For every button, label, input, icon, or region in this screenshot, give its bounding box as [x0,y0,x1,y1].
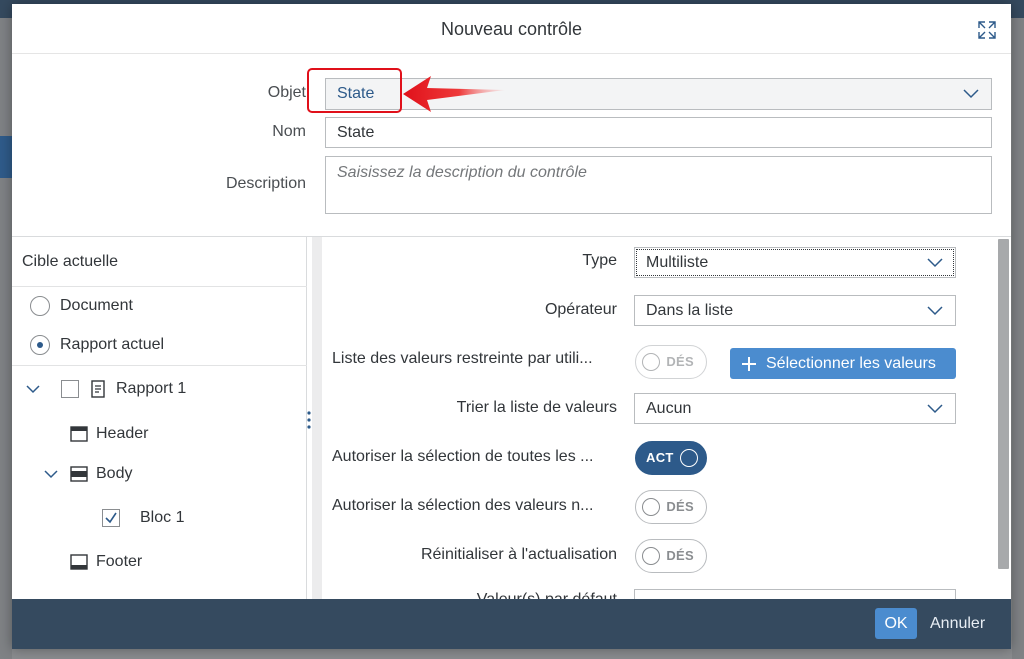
radio-rapport-actuel[interactable]: Rapport actuel [30,335,164,355]
app-left-strip [0,18,12,659]
settings-scrollbar[interactable] [998,239,1009,569]
plus-icon [742,356,756,371]
tree-item-footer[interactable]: Footer [70,553,142,571]
new-control-dialog: Nouveau contrôle Objet State Nom State D… [12,4,1011,649]
type-value: Multiliste [646,253,709,271]
tree-separator [12,365,307,366]
sort-select[interactable]: Aucun [634,393,956,424]
allow-not-label: Autoriser la sélection des valeurs n... [332,497,594,514]
radio-document[interactable]: Document [30,296,133,316]
target-panel-title: Cible actuelle [22,253,119,270]
settings-panel: Type Multiliste Opérateur Dans la liste … [312,237,1011,599]
allow-not-switch[interactable]: DÉS [635,490,707,524]
type-label: Type [582,252,617,269]
allow-all-state: ACT [646,450,674,465]
settings-panel-stripe [312,237,322,599]
radio-document-label: Document [60,297,133,314]
tree-item-header[interactable]: Header [70,425,148,443]
tree-label-bloc: Bloc 1 [140,509,185,526]
annotation-arrow-icon [403,76,505,112]
ok-button[interactable]: OK [875,608,917,639]
default-values-label: Valeur(s) par défaut [477,591,617,599]
chevron-down-icon[interactable] [44,469,58,479]
expand-icon[interactable] [977,20,997,40]
radio-rapport-circle[interactable] [30,335,50,355]
annotation-highlight-box [307,68,402,113]
sort-value: Aucun [646,399,692,417]
allow-not-state: DÉS [666,499,694,514]
body-section-icon [70,466,88,482]
app-right-strip [1012,18,1024,659]
allow-all-switch[interactable]: ACT [635,441,707,475]
nom-input[interactable]: State [325,117,992,148]
report-icon [91,380,105,398]
operateur-label: Opérateur [544,301,617,318]
target-panel-separator [12,286,307,287]
restricted-list-state: DÉS [666,354,694,369]
dialog-header: Nouveau contrôle [12,4,1011,54]
footer-section-icon [70,554,88,570]
switch-knob [642,547,660,565]
tree-label-header: Header [96,425,149,442]
description-placeholder: Saisissez la description du contrôle [337,164,587,181]
description-label: Description [225,175,306,192]
chevron-down-icon [927,305,943,315]
description-textarea[interactable]: Saisissez la description du contrôle [325,156,992,214]
default-values-field[interactable] [634,589,956,599]
type-select[interactable]: Multiliste [634,247,956,278]
tree-item-body[interactable]: Body [44,465,132,483]
select-values-label: Sélectionner les valeurs [766,354,936,372]
rapport-checkbox[interactable] [61,380,79,398]
restricted-list-label: Liste des valeurs restreinte par utili..… [332,350,593,367]
chevron-down-icon[interactable] [26,384,40,394]
tree-item-bloc[interactable]: Bloc 1 [102,509,184,527]
operateur-value: Dans la liste [646,301,734,319]
check-icon [105,512,117,524]
restricted-list-switch[interactable]: DÉS [635,345,707,379]
header-section-icon [70,426,88,442]
tree-label-rapport: Rapport 1 [116,380,187,397]
reset-switch[interactable]: DÉS [635,539,707,573]
tree-label-body: Body [96,465,133,482]
reset-label: Réinitialiser à l'actualisation [420,546,617,563]
tree-item-rapport[interactable]: Rapport 1 [26,380,186,398]
allow-all-label: Autoriser la sélection de toutes les ... [332,448,594,465]
nom-label: Nom [272,123,306,140]
cancel-button[interactable]: Annuler [930,608,985,639]
chevron-down-icon [927,403,943,413]
chevron-down-icon [927,257,943,267]
chevron-down-icon [963,89,979,99]
switch-knob [680,449,698,467]
switch-knob [642,498,660,516]
app-left-selection [0,136,12,178]
radio-document-circle[interactable] [30,296,50,316]
objet-label: Objet [267,84,306,101]
switch-knob [642,353,660,371]
tree-label-footer: Footer [96,553,143,570]
target-panel: Cible actuelle Document Rapport actuel R… [12,237,307,599]
radio-rapport-label: Rapport actuel [60,336,165,353]
select-values-button[interactable]: Sélectionner les valeurs [730,348,956,379]
reset-state: DÉS [666,548,694,563]
operateur-select[interactable]: Dans la liste [634,295,956,326]
nom-value: State [337,123,375,141]
dialog-title: Nouveau contrôle [440,19,583,39]
dialog-footer: OK Annuler [12,599,1011,649]
bloc-checkbox[interactable] [102,509,120,527]
sort-label: Trier la liste de valeurs [456,399,617,416]
